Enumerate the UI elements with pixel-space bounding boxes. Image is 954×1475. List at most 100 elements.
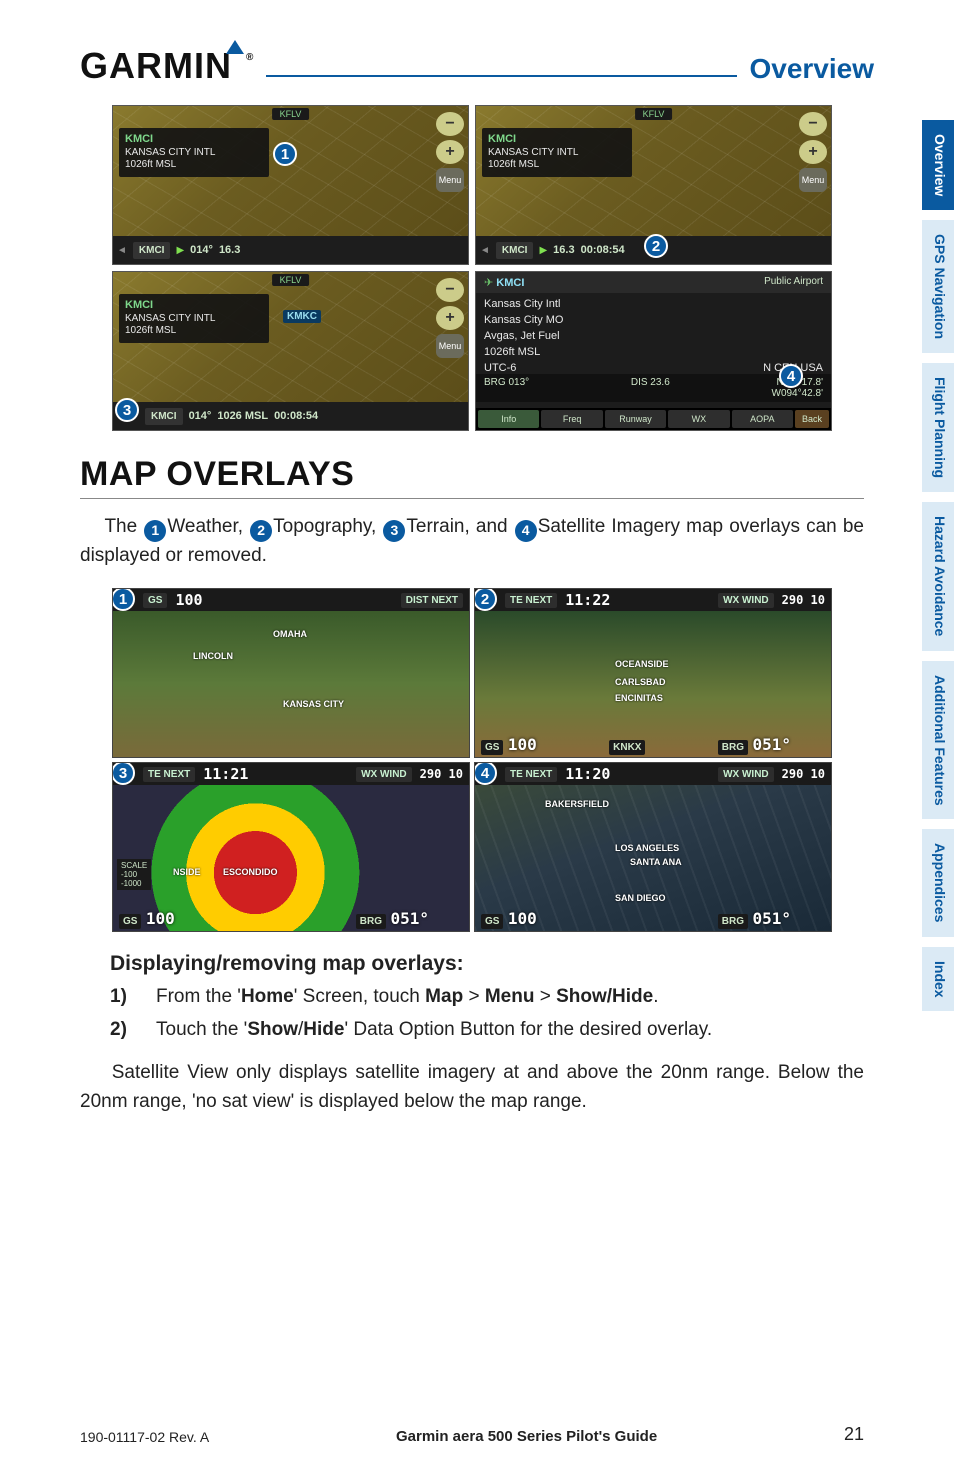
details-code: KMCI <box>496 277 524 289</box>
knkx-label: KNKX <box>609 740 645 755</box>
step-2-number: 2) <box>110 1017 138 1044</box>
tab-additional-features[interactable]: Additional Features <box>922 661 954 820</box>
overlay-screenshot-grid: 1 GS 100 DIST NEXT OMAHA LINCOLN KANSAS … <box>112 588 832 932</box>
s2-end: ' Data Option Button for the desired ove… <box>344 1019 712 1040</box>
tab-hazard-avoidance[interactable]: Hazard Avoidance <box>922 502 954 650</box>
te-value: 11:20 <box>565 765 610 783</box>
details-elev: 1026ft MSL <box>484 345 823 361</box>
callout-3-inline: 3 <box>383 520 405 542</box>
aopa-button[interactable]: AOPA <box>732 410 793 428</box>
zoom-out-icon[interactable]: − <box>799 112 827 136</box>
place-nside: NSIDE <box>173 867 201 877</box>
back-button[interactable]: Back <box>795 410 829 428</box>
zoom-in-icon[interactable]: + <box>436 140 464 164</box>
overlay-top-bar: TE NEXT 11:21 WX WIND 290 10 <box>113 763 469 785</box>
note-text: Satellite View only displays satellite i… <box>80 1062 864 1112</box>
airport-name: KANSAS CITY INTL <box>488 147 626 160</box>
status-apt: KMCI <box>133 242 171 259</box>
wxwind-label: WX WIND <box>718 767 774 782</box>
satellite-note: Satellite View only displays satellite i… <box>80 1059 864 1116</box>
menu-icon[interactable]: Menu <box>436 168 464 192</box>
gs-value: 100 <box>508 735 537 754</box>
airport-info-box: KMCI KANSAS CITY INTL 1026ft MSL <box>482 128 632 177</box>
callout-marker-3: 3 <box>115 398 139 422</box>
status-apt: KMCI <box>145 408 183 425</box>
callout-2-inline: 2 <box>250 520 272 542</box>
place-encinitas: ENCINITAS <box>615 693 663 703</box>
status-dist: 16.3 <box>219 244 240 256</box>
header-title: Overview <box>749 53 874 85</box>
overlay-footer: GS 100 BRG 051° <box>119 909 429 929</box>
scale-box: SCALE -100 -1000 <box>117 859 151 890</box>
te-value: 11:21 <box>203 765 248 783</box>
intro-topo: Topography, <box>273 516 382 537</box>
zoom-in-icon[interactable]: + <box>799 140 827 164</box>
top-airport-tag: KFLV <box>272 274 310 286</box>
wind-value: 290 10 <box>782 767 825 781</box>
status-time: 00:08:54 <box>581 244 625 256</box>
details-lon: W094°42.8' <box>772 388 824 399</box>
s1-gt1: > <box>463 986 485 1007</box>
intro-pre: The <box>104 516 143 537</box>
right-icon-stack: − + Menu <box>436 278 464 358</box>
zoom-in-icon[interactable]: + <box>436 306 464 330</box>
screenshot-airport-details: ✈ KMCI Public Airport Kansas City Intl K… <box>475 271 832 431</box>
wind-value: 290 10 <box>782 593 825 607</box>
tab-overview[interactable]: Overview <box>922 120 954 210</box>
page-footer: 190-01117-02 Rev. A Garmin aera 500 Seri… <box>80 1424 864 1445</box>
footer-page: 21 <box>844 1424 864 1445</box>
s1-end: . <box>653 986 658 1007</box>
screenshot-nearest-2: KFLV KMCI KANSAS CITY INTL 1026ft MSL 2 … <box>475 105 832 265</box>
callout-1-inline: 1 <box>144 520 166 542</box>
details-header: ✈ KMCI Public Airport <box>476 272 831 293</box>
page-content: KFLV KMCI KANSAS CITY INTL 1026ft MSL 1 … <box>0 87 954 1116</box>
info-button[interactable]: Info <box>478 410 539 428</box>
page-header: GARMIN® Overview <box>0 0 954 87</box>
registered-mark: ® <box>246 52 254 63</box>
gs-label: GS <box>481 914 503 929</box>
callout-marker-1: 1 <box>273 142 297 166</box>
airport-code: KMCI <box>125 133 263 147</box>
intro-weather: Weather, <box>167 516 249 537</box>
details-brg-row: BRG 013° DIS 23.6 N 39°17.8' W094°42.8' <box>476 374 831 402</box>
brg-label: BRG <box>718 914 748 929</box>
tenext-label: TE NEXT <box>143 767 195 782</box>
status-dist: 16.3 <box>553 244 574 256</box>
airport-name: KANSAS CITY INTL <box>125 313 263 326</box>
s1-gt2: > <box>534 986 556 1007</box>
section-heading: MAP OVERLAYS <box>80 455 864 499</box>
wx-button[interactable]: WX <box>668 410 729 428</box>
tab-index[interactable]: Index <box>922 947 954 1012</box>
details-button-row: Info Freq Runway WX AOPA Back <box>476 408 831 430</box>
tab-flight-planning[interactable]: Flight Planning <box>922 363 954 492</box>
menu-icon[interactable]: Menu <box>436 334 464 358</box>
tab-gps-navigation[interactable]: GPS Navigation <box>922 220 954 353</box>
wxwind-label: WX WIND <box>356 767 412 782</box>
brg-label: BRG <box>356 914 386 929</box>
zoom-out-icon[interactable]: − <box>436 278 464 302</box>
right-icon-stack: − + Menu <box>436 112 464 192</box>
runway-button[interactable]: Runway <box>605 410 666 428</box>
screenshot-nearest-3: KFLV KMCI KANSAS CITY INTL 1026ft MSL KM… <box>112 271 469 431</box>
zoom-out-icon[interactable]: − <box>436 112 464 136</box>
gs-value: 100 <box>146 909 175 928</box>
menu-icon[interactable]: Menu <box>799 168 827 192</box>
place-lincoln: LINCOLN <box>193 651 233 661</box>
overlay-shot-terrain: 3 TE NEXT 11:21 WX WIND 290 10 SCALE -10… <box>112 762 470 932</box>
gs-label: GS <box>143 593 167 608</box>
place-escondido: ESCONDIDO <box>223 867 278 877</box>
tab-appendices[interactable]: Appendices <box>922 829 954 936</box>
overlay-intro-paragraph: The 1Weather, 2Topography, 3Terrain, and… <box>80 513 864 570</box>
intro-terrain: Terrain, and <box>406 516 513 537</box>
s2a: Touch the ' <box>156 1019 247 1040</box>
footer-rev: 190-01117-02 Rev. A <box>80 1429 209 1445</box>
airport-elev: 1026ft MSL <box>488 159 626 172</box>
details-brg: BRG 013° <box>484 377 529 399</box>
freq-button[interactable]: Freq <box>541 410 602 428</box>
overlay-top-bar: GS 100 DIST NEXT <box>113 589 469 611</box>
distnext-label: DIST NEXT <box>401 593 463 608</box>
overlay-footer: GS 100 BRG 051° <box>481 909 791 929</box>
screenshot-nearest-1: KFLV KMCI KANSAS CITY INTL 1026ft MSL 1 … <box>112 105 469 265</box>
right-icon-stack: − + Menu <box>799 112 827 192</box>
status-brg: 014° <box>190 244 213 256</box>
